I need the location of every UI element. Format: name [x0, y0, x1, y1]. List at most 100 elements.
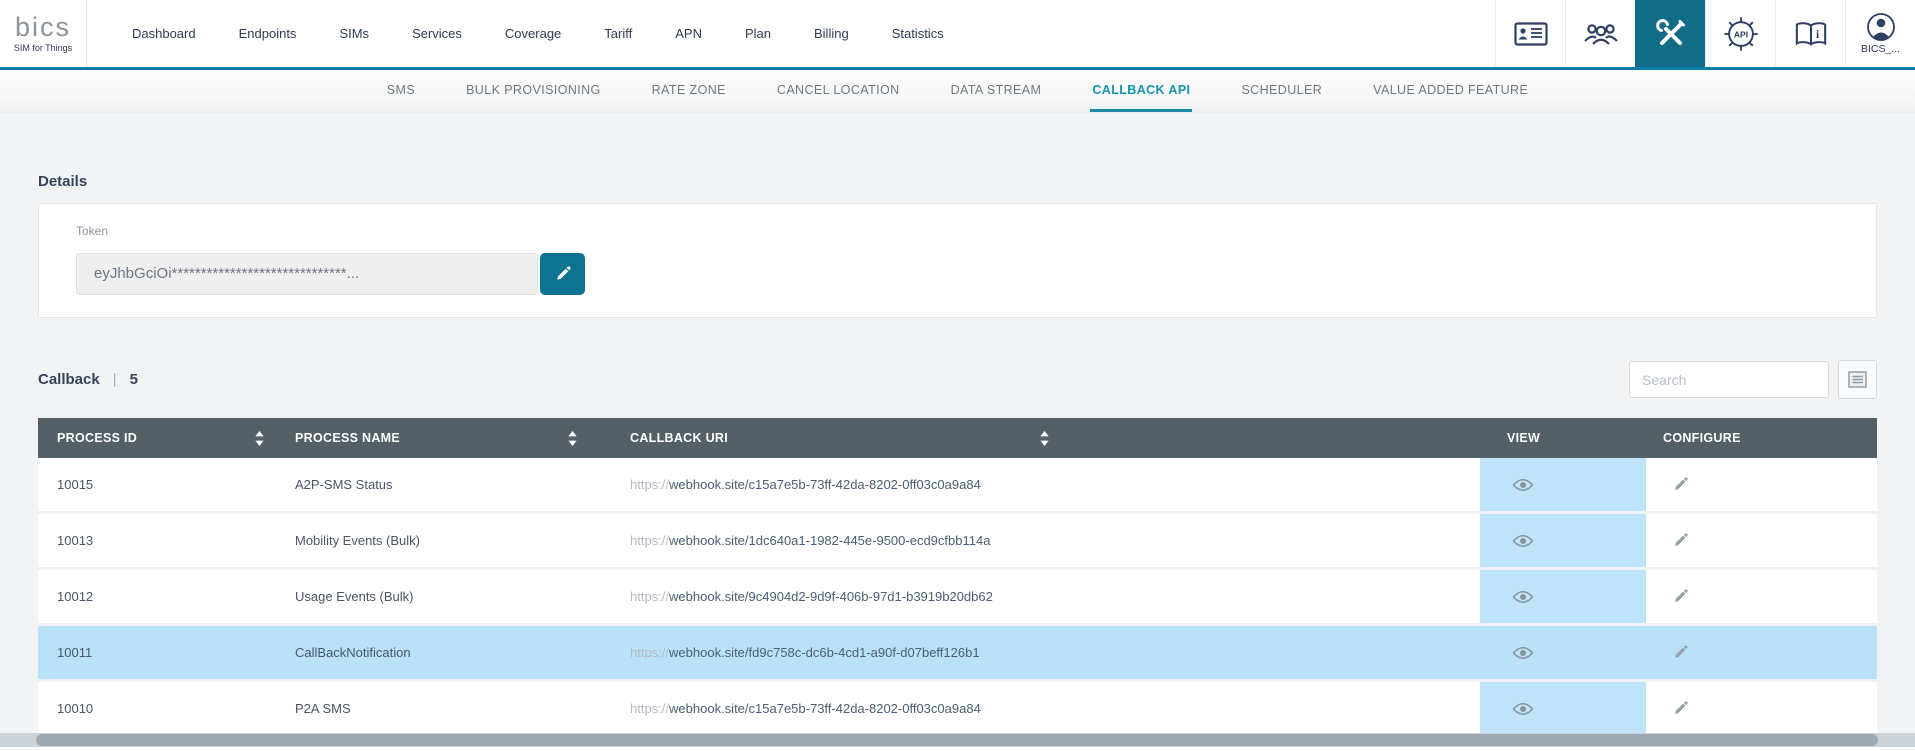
knowledge-book-icon: i [1794, 20, 1828, 48]
tab-callback-api[interactable]: CALLBACK API [1090, 70, 1192, 112]
users-button[interactable] [1565, 0, 1635, 67]
list-icon [1848, 371, 1867, 388]
view-button-cell[interactable] [1480, 626, 1646, 679]
tab-scheduler[interactable]: SCHEDULER [1239, 70, 1324, 112]
view-button-cell[interactable] [1480, 682, 1646, 733]
column-label: VIEW [1507, 431, 1540, 445]
nav-item-endpoints[interactable]: Endpoints [239, 26, 297, 41]
configure-button-cell[interactable] [1646, 682, 1877, 733]
sub-tab-bar: SMS BULK PROVISIONING RATE ZONE CANCEL LOCA… [0, 70, 1915, 113]
nav-item-tariff[interactable]: Tariff [604, 26, 632, 41]
column-label: CONFIGURE [1663, 431, 1741, 445]
brand-logo-subtext: SIM for Things [14, 43, 72, 53]
profile-button[interactable]: BICS_... [1845, 0, 1915, 67]
pencil-icon [1673, 477, 1688, 492]
table-row[interactable]: 10011 CallBackNotification https://webho… [38, 626, 1877, 682]
sort-icon[interactable] [568, 431, 577, 446]
callback-table: PROCESS ID PROCESS NAME [38, 418, 1877, 733]
pencil-icon [1673, 533, 1688, 548]
column-header-process-id[interactable]: PROCESS ID [38, 418, 295, 458]
configure-button-cell[interactable] [1646, 514, 1877, 567]
view-button-cell[interactable] [1480, 458, 1646, 511]
column-header-process-name[interactable]: PROCESS NAME [295, 418, 630, 458]
callback-section-title: Callback | 5 [38, 371, 138, 388]
sort-icon[interactable] [1040, 431, 1049, 446]
configure-button-cell[interactable] [1646, 626, 1877, 679]
eye-icon [1512, 590, 1534, 604]
table-row[interactable]: 10013 Mobility Events (Bulk) https://web… [38, 514, 1877, 570]
profile-label: BICS_... [1861, 43, 1900, 55]
nav-item-apn[interactable]: APN [675, 26, 702, 41]
users-icon [1583, 21, 1619, 47]
search-input[interactable] [1629, 361, 1829, 398]
cell-process-name: Usage Events (Bulk) [295, 570, 630, 623]
table-header-row: PROCESS ID PROCESS NAME [38, 418, 1877, 458]
nav-item-services[interactable]: Services [412, 26, 462, 41]
tab-bulk-provisioning[interactable]: BULK PROVISIONING [464, 70, 603, 112]
details-card: Token eyJhbGciOi************************… [38, 203, 1877, 318]
cell-process-id: 10013 [38, 514, 295, 567]
uri-scheme: https:// [630, 533, 669, 548]
eye-icon [1512, 646, 1534, 660]
cell-process-id: 10010 [38, 682, 295, 733]
nav-item-coverage[interactable]: Coverage [505, 26, 561, 41]
header-icon-bar: API i BICS_... [1495, 0, 1915, 67]
tab-rate-zone[interactable]: RATE ZONE [650, 70, 728, 112]
tab-sms[interactable]: SMS [385, 70, 417, 112]
tab-cancel-location[interactable]: CANCEL LOCATION [775, 70, 902, 112]
brand-logo-text: bics [15, 14, 71, 41]
column-header-view: VIEW [1480, 418, 1646, 458]
column-settings-button[interactable] [1838, 360, 1877, 399]
tab-data-stream[interactable]: DATA STREAM [949, 70, 1044, 112]
table-row[interactable]: 10015 A2P-SMS Status https://webhook.sit… [38, 458, 1877, 514]
configure-button-cell[interactable] [1646, 570, 1877, 623]
token-field[interactable]: eyJhbGciOi******************************… [76, 253, 538, 295]
callback-count: 5 [130, 371, 138, 388]
account-details-button[interactable] [1495, 0, 1565, 67]
nav-item-plan[interactable]: Plan [745, 26, 771, 41]
nav-item-statistics[interactable]: Statistics [892, 26, 944, 41]
cell-callback-uri: https://webhook.site/9c4904d2-9d9f-406b-… [630, 570, 1480, 623]
uri-path: webhook.site/9c4904d2-9d9f-406b-97d1-b39… [669, 589, 993, 604]
pencil-icon [1673, 701, 1688, 716]
configure-button-cell[interactable] [1646, 458, 1877, 511]
id-card-icon [1514, 22, 1548, 46]
eye-icon [1512, 702, 1534, 716]
uri-scheme: https:// [630, 477, 669, 492]
token-edit-button[interactable] [540, 253, 585, 295]
cell-process-id: 10015 [38, 458, 295, 511]
brand-logo[interactable]: bics SIM for Things [0, 0, 87, 67]
tools-button[interactable] [1635, 0, 1705, 67]
tab-value-added-feature[interactable]: VALUE ADDED FEATURE [1371, 70, 1530, 112]
main-content: Details Token eyJhbGciOi****************… [0, 113, 1915, 733]
nav-item-dashboard[interactable]: Dashboard [132, 26, 196, 41]
column-label: PROCESS NAME [295, 431, 400, 445]
cell-process-name: P2A SMS [295, 682, 630, 733]
cell-process-name: Mobility Events (Bulk) [295, 514, 630, 567]
column-label: PROCESS ID [57, 431, 137, 445]
cell-callback-uri: https://webhook.site/c15a7e5b-73ff-42da-… [630, 682, 1480, 733]
column-header-callback-uri[interactable]: CALLBACK URI [630, 418, 1480, 458]
column-label: CALLBACK URI [630, 431, 728, 445]
pencil-icon [555, 266, 571, 282]
cell-callback-uri: https://webhook.site/fd9c758c-dc6b-4cd1-… [630, 626, 1480, 679]
nav-item-billing[interactable]: Billing [814, 26, 849, 41]
view-button-cell[interactable] [1480, 570, 1646, 623]
api-docs-button[interactable]: API [1705, 0, 1775, 67]
knowledge-base-button[interactable]: i [1775, 0, 1845, 67]
column-header-configure: CONFIGURE [1646, 418, 1877, 458]
nav-item-sims[interactable]: SIMs [339, 26, 369, 41]
uri-scheme: https:// [630, 701, 669, 716]
tools-icon [1655, 18, 1687, 50]
user-avatar-icon [1866, 12, 1896, 42]
sort-icon[interactable] [255, 431, 264, 446]
table-row[interactable]: 10012 Usage Events (Bulk) https://webhoo… [38, 570, 1877, 626]
horizontal-scrollbar[interactable] [0, 733, 1915, 747]
table-row[interactable]: 10010 P2A SMS https://webhook.site/c15a7… [38, 682, 1877, 733]
bottom-gap [0, 747, 1915, 751]
view-button-cell[interactable] [1480, 514, 1646, 567]
cell-process-name: CallBackNotification [295, 626, 630, 679]
scrollbar-thumb[interactable] [36, 734, 1878, 746]
title-separator: | [113, 371, 117, 388]
api-gear-icon: API [1722, 15, 1760, 53]
